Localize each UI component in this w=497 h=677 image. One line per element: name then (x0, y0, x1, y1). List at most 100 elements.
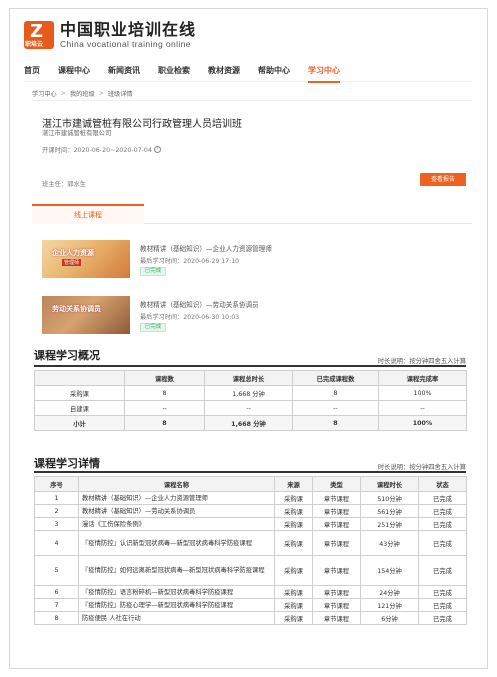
detail-table: 序号 课程名称 来源 类型 课程时长 状态 1 教材精讲（基础知识）—企业人力资… (34, 476, 467, 625)
thumbnail-title: 企业人力资源 (52, 249, 94, 257)
table-cell: 章节课程 (312, 491, 361, 505)
section-divider (34, 365, 466, 367)
table-cell: 章节课程 (312, 611, 361, 625)
class-period: 开课时间：2020-06-20~2020-07-04 ? (42, 145, 161, 154)
table-header: 类型 (312, 476, 361, 492)
table-cell: 章节课程 (312, 504, 361, 518)
table-row: 2 教材精讲（基础知识）—劳动关系协调员 采购课 章节课程 561分钟 已完成 (34, 504, 467, 518)
table-cell: 7 (34, 598, 79, 612)
brand-subtitle: China vocational training online (60, 39, 191, 49)
detail-title: 课程学习详情 (34, 457, 100, 470)
table-header: 课程名称 (78, 476, 275, 492)
table-row: 自建课 -- -- -- -- (34, 400, 467, 416)
table-cell: 采购课 (274, 517, 313, 531)
table-cell: 采购课 (274, 555, 313, 586)
thumbnail-title: 劳动关系协调员 (52, 305, 101, 313)
course-item[interactable]: 劳动关系协调员 教材精讲（基础知识）—劳动关系协调员 最后学习时间：2020-0… (42, 296, 472, 336)
table-header-row: 课程数 课程总时长 已完成课程数 课程完成率 (34, 370, 467, 386)
nav-learning-center[interactable]: 学习中心 (308, 62, 340, 83)
table-cell: 510分钟 (360, 491, 419, 505)
table-cell: 采购课 (274, 611, 313, 625)
table-cell: 8 (124, 415, 205, 431)
table-cell: 251分钟 (360, 517, 419, 531)
course-last-study: 最后学习时间：2020-06-29 17:10 (140, 258, 240, 265)
table-cell: 已完成 (418, 585, 467, 599)
logo-badge-text: 职培云 (25, 41, 44, 48)
table-cell: -- (292, 400, 379, 416)
table-cell: 8 (292, 385, 379, 401)
table-cell: -- (204, 400, 293, 416)
table-cell: 已完成 (418, 517, 467, 531)
course-item[interactable]: 企业人力资源 管理师 教材精讲（基础知识）—企业人力资源管理师 最后学习时间：2… (42, 240, 472, 280)
table-cell: 已完成 (418, 555, 467, 586)
table-row: 5 『疫情防控』如何远离新型冠状病毒—新型冠状病毒科学防疫课程 采购课 章节课程… (34, 555, 467, 586)
table-row: 1 教材精讲（基础知识）—企业人力资源管理师 采购课 章节课程 510分钟 已完… (34, 491, 467, 505)
nav-home[interactable]: 首页 (24, 62, 40, 82)
question-icon[interactable]: ? (153, 146, 161, 153)
breadcrumb: 学习中心 > 我的班级 > 班级详情 (32, 89, 133, 98)
detail-duration-note: 时长说明：按分钟四舍五入计算 (377, 464, 466, 471)
table-header: 状态 (418, 476, 467, 492)
table-cell: 章节课程 (312, 585, 361, 599)
table-cell: 采购课 (34, 385, 125, 401)
table-header (34, 370, 125, 386)
nav-news[interactable]: 新闻资讯 (108, 62, 140, 82)
table-header: 课程完成率 (378, 370, 467, 386)
table-cell: 『疫情防控』如何远离新型冠状病毒—新型冠状病毒科学防疫课程 (78, 555, 275, 586)
table-cell: 『疫情防控』语言粉碎机—新型冠状病毒科学防疫课程 (78, 585, 275, 599)
table-cell: 防疫便民 人社在行动 (78, 611, 275, 625)
table-cell: -- (378, 400, 467, 416)
table-cell: 漫话《工伤保险条例》 (78, 517, 275, 531)
table-cell: 1,668 分钟 (204, 415, 293, 431)
table-cell: 已完成 (418, 491, 467, 505)
site-logo[interactable]: Z 职培云 (24, 21, 54, 49)
table-cell: 章节课程 (312, 555, 361, 586)
table-header: 课程时长 (360, 476, 419, 492)
table-cell: 1,668 分钟 (204, 385, 293, 401)
nav-course-center[interactable]: 课程中心 (58, 62, 90, 82)
table-row: 6 『疫情防控』语言粉碎机—新型冠状病毒科学防疫课程 采购课 章节课程 24分钟… (34, 585, 467, 599)
breadcrumb-learning-center[interactable]: 学习中心 (32, 89, 57, 98)
tab-online-courses[interactable]: 线上课程 (32, 204, 144, 224)
table-cell: 100% (378, 415, 467, 431)
table-cell: 3 (34, 517, 79, 531)
table-cell: 6分钟 (360, 611, 419, 625)
breadcrumb-my-classes[interactable]: 我的班级 (70, 89, 95, 98)
course-name[interactable]: 教材精讲（基础知识）—劳动关系协调员 (140, 299, 259, 309)
course-thumbnail[interactable]: 企业人力资源 管理师 (42, 240, 130, 278)
table-cell: 章节课程 (312, 517, 361, 531)
site-header: Z 职培云 中国职业培训在线 China vocational training… (24, 18, 196, 52)
table-cell: 4 (34, 530, 79, 556)
nav-textbooks[interactable]: 教材资源 (208, 62, 240, 82)
table-row: 4 『疫情防控』认识新型冠状病毒—新型冠状病毒科学防疫课程 采购课 章节课程 4… (34, 530, 467, 556)
breadcrumb-separator: > (60, 90, 66, 97)
table-cell: 24分钟 (360, 585, 419, 599)
table-row: 3 漫话《工伤保险条例》 采购课 章节课程 251分钟 已完成 (34, 517, 467, 531)
thumbnail-subtitle: 管理师 (62, 259, 82, 266)
main-nav: 首页 课程中心 新闻资讯 职业检索 教材资源 帮助中心 学习中心 (24, 62, 472, 83)
table-cell: 8 (124, 385, 205, 401)
table-cell: 小计 (34, 415, 125, 431)
table-cell: 8 (292, 415, 379, 431)
course-thumbnail[interactable]: 劳动关系协调员 (42, 296, 130, 334)
table-cell: 8 (34, 611, 79, 625)
logo-mark-icon: Z (30, 21, 44, 42)
table-row: 8 防疫便民 人社在行动 采购课 章节课程 6分钟 已完成 (34, 611, 467, 625)
table-cell: 43分钟 (360, 530, 419, 556)
view-report-button[interactable]: 查看报告 (420, 173, 466, 186)
table-cell: 121分钟 (360, 598, 419, 612)
table-cell: 6 (34, 585, 79, 599)
table-cell: -- (124, 400, 205, 416)
class-teacher: 班主任：郭水生 (42, 181, 87, 188)
nav-help[interactable]: 帮助中心 (258, 62, 290, 82)
table-header: 序号 (34, 476, 79, 492)
table-cell: 教材精讲（基础知识）—企业人力资源管理师 (78, 491, 275, 505)
table-header: 已完成课程数 (292, 370, 379, 386)
nav-job-search[interactable]: 职业检索 (158, 62, 190, 82)
class-organization: 湛江市建诚管桩有限公司 (42, 130, 112, 137)
table-cell: 采购课 (274, 585, 313, 599)
table-cell: 章节课程 (312, 530, 361, 556)
table-cell: 561分钟 (360, 504, 419, 518)
table-header: 课程数 (124, 370, 205, 386)
course-name[interactable]: 教材精讲（基础知识）—企业人力资源管理师 (140, 243, 272, 253)
